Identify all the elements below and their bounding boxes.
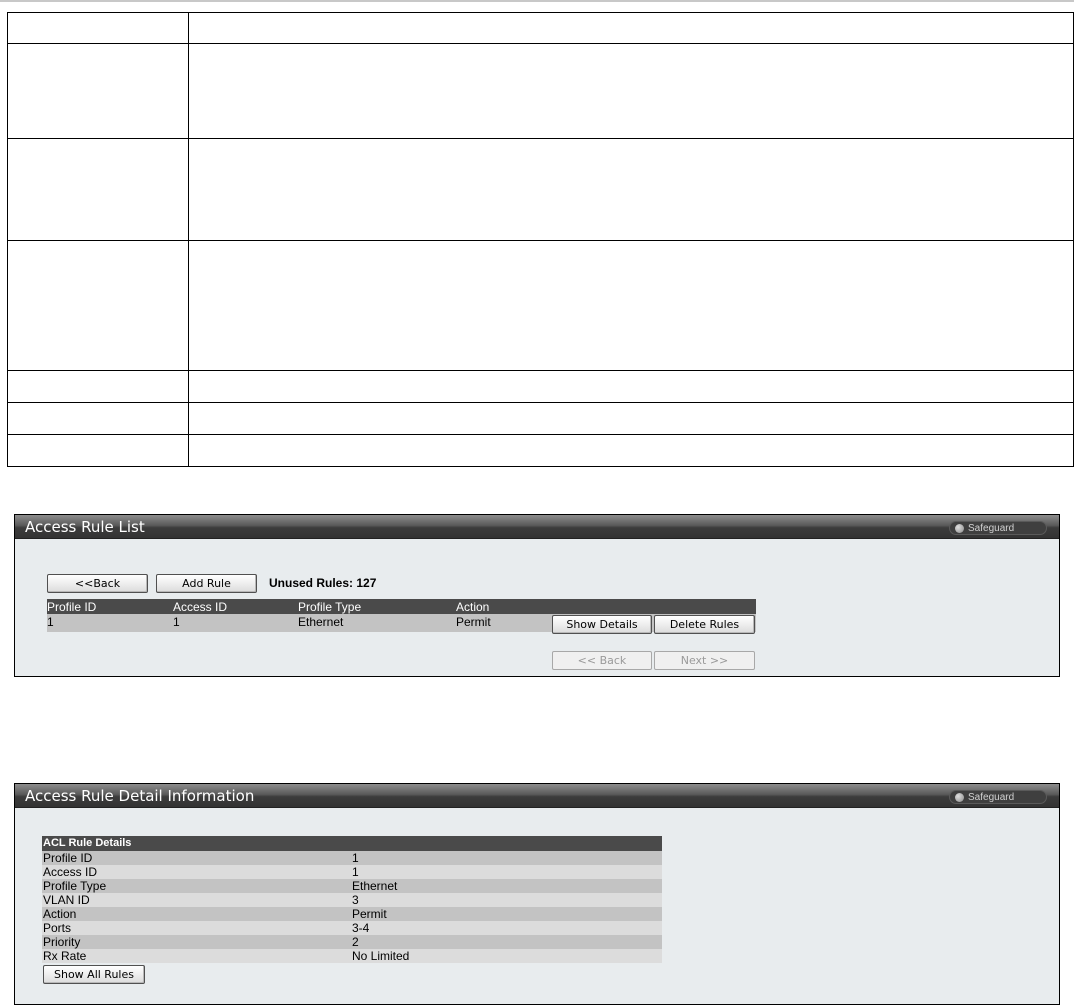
detail-label: Profile ID xyxy=(43,851,93,865)
parameter-table xyxy=(7,12,1074,467)
detail-row-access-id: Access ID 1 xyxy=(42,865,662,879)
detail-row-ports: Ports 3-4 xyxy=(42,921,662,935)
top-rule xyxy=(0,0,1074,2)
access-rule-detail-panel: Access Rule Detail Information Safeguard… xyxy=(14,783,1060,1005)
rule-list-header: Profile ID Access ID Profile Type Action xyxy=(47,599,756,614)
acl-rule-details-header: ACL Rule Details xyxy=(42,836,662,851)
detail-row-profile-id: Profile ID 1 xyxy=(42,851,662,865)
panel-title: Access Rule List xyxy=(25,518,145,536)
detail-label: Profile Type xyxy=(43,879,107,893)
safeguard-label: Safeguard xyxy=(968,523,1015,534)
acl-rule-details-title: ACL Rule Details xyxy=(43,837,132,849)
detail-value: No Limited xyxy=(352,949,410,963)
safeguard-icon xyxy=(955,793,964,802)
detail-label: Priority xyxy=(43,935,81,949)
unused-rules-label: Unused Rules: xyxy=(269,576,354,590)
panel-title: Access Rule Detail Information xyxy=(25,787,255,805)
column-header-action: Action xyxy=(456,600,490,614)
safeguard-indicator[interactable]: Safeguard xyxy=(949,790,1047,804)
safeguard-indicator[interactable]: Safeguard xyxy=(949,521,1047,535)
column-header-profile-id: Profile ID xyxy=(47,600,97,614)
detail-value: 1 xyxy=(352,851,359,865)
column-header-access-id: Access ID xyxy=(173,600,228,614)
table-row xyxy=(7,43,1074,139)
show-all-rules-button[interactable]: Show All Rules xyxy=(43,965,145,984)
detail-value: Ethernet xyxy=(352,879,398,893)
safeguard-icon xyxy=(955,524,964,533)
detail-row-profile-type: Profile Type Ethernet xyxy=(42,879,662,893)
detail-row-rx-rate: Rx Rate No Limited xyxy=(42,949,662,963)
table-row xyxy=(7,402,1074,435)
next-page-button[interactable]: Next >> xyxy=(654,651,755,670)
prev-page-button[interactable]: << Back xyxy=(552,651,652,670)
row-action: Permit xyxy=(456,615,491,629)
access-rule-list-panel: Access Rule List Safeguard <<Back Add Ru… xyxy=(14,514,1060,677)
detail-label: Rx Rate xyxy=(43,949,87,963)
detail-value: 2 xyxy=(352,935,359,949)
table-row xyxy=(7,370,1074,403)
back-button[interactable]: <<Back xyxy=(47,574,148,593)
detail-value: 1 xyxy=(352,865,359,879)
row-profile-id: 1 xyxy=(47,615,54,629)
delete-rules-button[interactable]: Delete Rules xyxy=(654,615,755,634)
unused-rules-count: 127 xyxy=(356,576,377,590)
detail-value: 3 xyxy=(352,893,359,907)
safeguard-label: Safeguard xyxy=(968,792,1015,803)
table-row xyxy=(7,240,1074,371)
detail-row-vlan-id: VLAN ID 3 xyxy=(42,893,662,907)
detail-value: 3-4 xyxy=(352,921,370,935)
detail-label: Ports xyxy=(43,921,72,935)
detail-value: Permit xyxy=(352,907,387,921)
table-row xyxy=(7,434,1074,467)
add-rule-button[interactable]: Add Rule xyxy=(156,574,257,593)
detail-label: VLAN ID xyxy=(43,893,90,907)
panel-header: Access Rule List Safeguard xyxy=(15,515,1059,539)
row-access-id: 1 xyxy=(173,615,180,629)
detail-row-action: Action Permit xyxy=(42,907,662,921)
column-header-profile-type: Profile Type xyxy=(298,600,362,614)
show-details-button[interactable]: Show Details xyxy=(552,615,652,634)
detail-label: Action xyxy=(43,907,77,921)
table-row xyxy=(7,138,1074,241)
detail-label: Access ID xyxy=(43,865,98,879)
unused-rules: Unused Rules: 127 xyxy=(269,576,376,590)
row-profile-type: Ethernet xyxy=(298,615,344,629)
table-row xyxy=(7,12,1074,44)
panel-header: Access Rule Detail Information Safeguard xyxy=(15,784,1059,808)
detail-row-priority: Priority 2 xyxy=(42,935,662,949)
